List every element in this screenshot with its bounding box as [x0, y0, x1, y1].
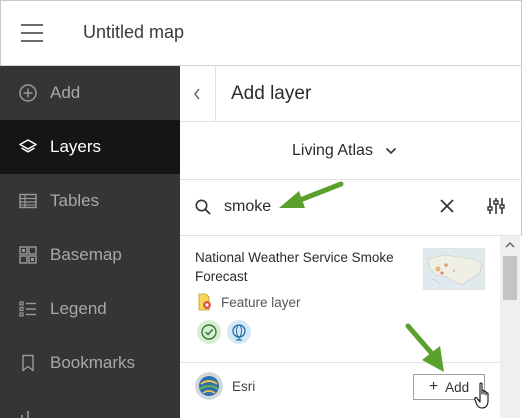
- sidebar-item-tables[interactable]: Tables: [0, 174, 180, 228]
- panel-header: Add layer: [180, 66, 522, 122]
- sidebar-item-basemap[interactable]: Basemap: [0, 228, 180, 282]
- sidebar-item-label: Bookmarks: [50, 353, 136, 372]
- source-dropdown-label: Living Atlas: [292, 142, 373, 159]
- scroll-up-icon[interactable]: [500, 236, 520, 254]
- layers-icon: [19, 139, 37, 153]
- sidebar-item-label: Legend: [50, 299, 107, 318]
- table-icon: [19, 193, 37, 209]
- add-circle-icon: [19, 84, 37, 102]
- result-type: Feature layer: [221, 294, 301, 310]
- feature-layer-icon: [198, 293, 211, 311]
- map-title[interactable]: Untitled map: [83, 22, 184, 43]
- add-layer-panel: Add layer Living Atlas N: [180, 66, 522, 418]
- source-dropdown[interactable]: Living Atlas: [292, 139, 397, 163]
- sidebar-item-label: Add: [50, 83, 81, 102]
- plus-icon: +: [428, 378, 439, 395]
- divider: [180, 362, 500, 363]
- add-button-label: Add: [445, 379, 470, 395]
- search-input[interactable]: [224, 194, 424, 220]
- sidebar: Add Layers Tables Basemap Legend Bookmar…: [0, 66, 180, 418]
- result-title[interactable]: National Weather Service Smoke Forecast: [195, 248, 410, 286]
- hamburger-menu-icon[interactable]: [21, 23, 43, 43]
- result-card[interactable]: National Weather Service Smoke Forecast: [180, 236, 500, 418]
- chevron-left-icon: [194, 88, 200, 100]
- living-atlas-globe-icon: [227, 320, 251, 344]
- authoritative-icon: [197, 320, 221, 344]
- owner-row: Esri: [195, 372, 255, 400]
- sidebar-item-legend[interactable]: Legend: [0, 282, 180, 336]
- legend-icon: [19, 301, 36, 317]
- source-row: Living Atlas: [180, 122, 522, 180]
- results-scrollbar[interactable]: [500, 236, 520, 418]
- sidebar-item-layers[interactable]: Layers: [0, 120, 180, 174]
- hand-cursor-icon: [474, 382, 489, 409]
- result-type-row: Feature layer: [195, 292, 301, 312]
- back-button[interactable]: [180, 66, 216, 122]
- result-thumbnail: [423, 248, 485, 290]
- sidebar-item-bookmarks[interactable]: Bookmarks: [0, 336, 180, 390]
- filter-icon[interactable]: [486, 196, 506, 216]
- sidebar-item-label: Layers: [50, 137, 102, 156]
- sidebar-item-partial[interactable]: [0, 390, 180, 418]
- result-badges: [197, 320, 257, 344]
- search-row: [180, 180, 522, 236]
- panel-title: Add layer: [231, 83, 312, 104]
- bookmark-icon: [22, 354, 34, 372]
- clear-search-icon[interactable]: [438, 197, 456, 215]
- sidebar-item-label: Tables: [50, 191, 100, 210]
- search-icon: [195, 199, 211, 215]
- scrollbar-thumb[interactable]: [503, 256, 517, 300]
- results-list: National Weather Service Smoke Forecast: [180, 236, 522, 418]
- chevron-down-icon: [385, 147, 397, 155]
- esri-avatar: [195, 372, 223, 400]
- sidebar-item-add[interactable]: Add: [0, 66, 180, 120]
- basemap-icon: [19, 246, 37, 264]
- chart-icon: [21, 411, 29, 418]
- sidebar-item-label: Basemap: [50, 245, 122, 264]
- map-thumbnail-icon: [424, 249, 484, 289]
- top-bar: Untitled map: [0, 0, 522, 66]
- owner-name[interactable]: Esri: [232, 379, 255, 394]
